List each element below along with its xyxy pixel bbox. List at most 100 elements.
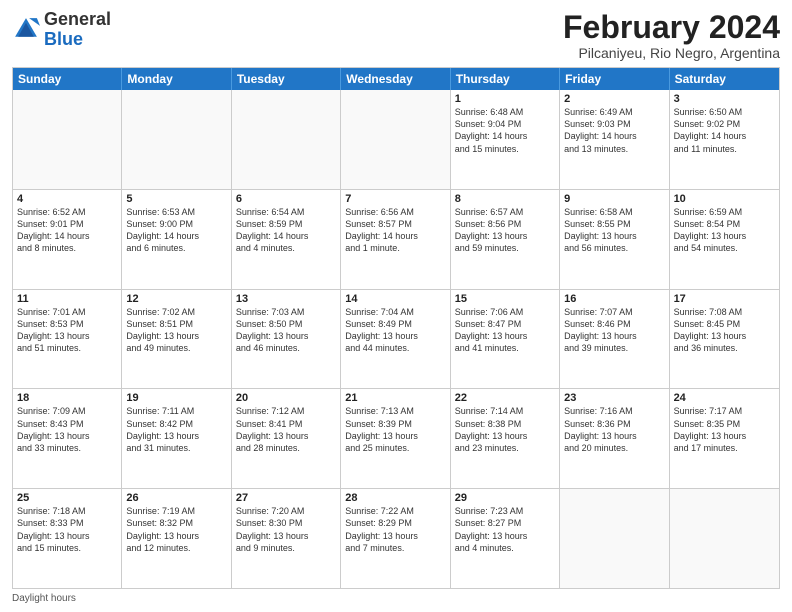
calendar-cell: 25Sunrise: 7:18 AM Sunset: 8:33 PM Dayli… xyxy=(13,489,122,588)
calendar-cell: 21Sunrise: 7:13 AM Sunset: 8:39 PM Dayli… xyxy=(341,389,450,488)
logo-text: General Blue xyxy=(44,10,111,50)
cell-info: Sunrise: 6:48 AM Sunset: 9:04 PM Dayligh… xyxy=(455,106,555,155)
calendar-cell: 14Sunrise: 7:04 AM Sunset: 8:49 PM Dayli… xyxy=(341,290,450,389)
day-number: 25 xyxy=(17,492,117,504)
calendar-body: 1Sunrise: 6:48 AM Sunset: 9:04 PM Daylig… xyxy=(13,90,779,588)
calendar-row: 18Sunrise: 7:09 AM Sunset: 8:43 PM Dayli… xyxy=(13,388,779,488)
cell-info: Sunrise: 6:52 AM Sunset: 9:01 PM Dayligh… xyxy=(17,206,117,255)
cell-info: Sunrise: 7:16 AM Sunset: 8:36 PM Dayligh… xyxy=(564,405,664,454)
calendar-cell xyxy=(670,489,779,588)
day-number: 21 xyxy=(345,392,445,404)
cell-info: Sunrise: 7:02 AM Sunset: 8:51 PM Dayligh… xyxy=(126,306,226,355)
calendar-cell: 16Sunrise: 7:07 AM Sunset: 8:46 PM Dayli… xyxy=(560,290,669,389)
day-number: 20 xyxy=(236,392,336,404)
cell-info: Sunrise: 6:57 AM Sunset: 8:56 PM Dayligh… xyxy=(455,206,555,255)
calendar-cell xyxy=(232,90,341,189)
header: General Blue February 2024 Pilcaniyeu, R… xyxy=(12,10,780,61)
cell-info: Sunrise: 7:11 AM Sunset: 8:42 PM Dayligh… xyxy=(126,405,226,454)
day-number: 9 xyxy=(564,193,664,205)
cell-info: Sunrise: 6:50 AM Sunset: 9:02 PM Dayligh… xyxy=(674,106,775,155)
day-number: 26 xyxy=(126,492,226,504)
day-number: 19 xyxy=(126,392,226,404)
day-number: 10 xyxy=(674,193,775,205)
calendar-cell: 24Sunrise: 7:17 AM Sunset: 8:35 PM Dayli… xyxy=(670,389,779,488)
calendar-cell xyxy=(560,489,669,588)
calendar-cell: 27Sunrise: 7:20 AM Sunset: 8:30 PM Dayli… xyxy=(232,489,341,588)
day-number: 2 xyxy=(564,93,664,105)
calendar-cell: 28Sunrise: 7:22 AM Sunset: 8:29 PM Dayli… xyxy=(341,489,450,588)
location-title: Pilcaniyeu, Rio Negro, Argentina xyxy=(563,45,780,61)
logo-general: General xyxy=(44,9,111,29)
calendar: SundayMondayTuesdayWednesdayThursdayFrid… xyxy=(12,67,780,589)
calendar-cell: 23Sunrise: 7:16 AM Sunset: 8:36 PM Dayli… xyxy=(560,389,669,488)
calendar-header-cell: Sunday xyxy=(13,68,122,90)
cell-info: Sunrise: 6:58 AM Sunset: 8:55 PM Dayligh… xyxy=(564,206,664,255)
calendar-header-cell: Monday xyxy=(122,68,231,90)
calendar-cell: 19Sunrise: 7:11 AM Sunset: 8:42 PM Dayli… xyxy=(122,389,231,488)
day-number: 17 xyxy=(674,293,775,305)
calendar-cell: 6Sunrise: 6:54 AM Sunset: 8:59 PM Daylig… xyxy=(232,190,341,289)
month-title: February 2024 xyxy=(563,10,780,45)
logo-icon xyxy=(12,15,40,43)
day-number: 7 xyxy=(345,193,445,205)
cell-info: Sunrise: 7:20 AM Sunset: 8:30 PM Dayligh… xyxy=(236,505,336,554)
calendar-row: 1Sunrise: 6:48 AM Sunset: 9:04 PM Daylig… xyxy=(13,90,779,189)
calendar-cell: 15Sunrise: 7:06 AM Sunset: 8:47 PM Dayli… xyxy=(451,290,560,389)
calendar-cell: 7Sunrise: 6:56 AM Sunset: 8:57 PM Daylig… xyxy=(341,190,450,289)
calendar-header-cell: Thursday xyxy=(451,68,560,90)
logo-area: General Blue xyxy=(12,10,111,50)
day-number: 1 xyxy=(455,93,555,105)
day-number: 18 xyxy=(17,392,117,404)
day-number: 24 xyxy=(674,392,775,404)
calendar-header-cell: Wednesday xyxy=(341,68,450,90)
calendar-cell: 11Sunrise: 7:01 AM Sunset: 8:53 PM Dayli… xyxy=(13,290,122,389)
day-number: 3 xyxy=(674,93,775,105)
cell-info: Sunrise: 7:09 AM Sunset: 8:43 PM Dayligh… xyxy=(17,405,117,454)
calendar-cell: 1Sunrise: 6:48 AM Sunset: 9:04 PM Daylig… xyxy=(451,90,560,189)
calendar-cell: 9Sunrise: 6:58 AM Sunset: 8:55 PM Daylig… xyxy=(560,190,669,289)
day-number: 8 xyxy=(455,193,555,205)
cell-info: Sunrise: 7:17 AM Sunset: 8:35 PM Dayligh… xyxy=(674,405,775,454)
calendar-row: 25Sunrise: 7:18 AM Sunset: 8:33 PM Dayli… xyxy=(13,488,779,588)
day-number: 15 xyxy=(455,293,555,305)
day-number: 12 xyxy=(126,293,226,305)
cell-info: Sunrise: 6:49 AM Sunset: 9:03 PM Dayligh… xyxy=(564,106,664,155)
calendar-cell xyxy=(341,90,450,189)
footer: Daylight hours xyxy=(12,593,780,604)
day-number: 27 xyxy=(236,492,336,504)
day-number: 5 xyxy=(126,193,226,205)
day-number: 6 xyxy=(236,193,336,205)
calendar-row: 11Sunrise: 7:01 AM Sunset: 8:53 PM Dayli… xyxy=(13,289,779,389)
day-number: 29 xyxy=(455,492,555,504)
page: General Blue February 2024 Pilcaniyeu, R… xyxy=(0,0,792,612)
calendar-header-cell: Friday xyxy=(560,68,669,90)
cell-info: Sunrise: 7:06 AM Sunset: 8:47 PM Dayligh… xyxy=(455,306,555,355)
calendar-cell: 29Sunrise: 7:23 AM Sunset: 8:27 PM Dayli… xyxy=(451,489,560,588)
cell-info: Sunrise: 7:23 AM Sunset: 8:27 PM Dayligh… xyxy=(455,505,555,554)
calendar-cell xyxy=(13,90,122,189)
cell-info: Sunrise: 6:53 AM Sunset: 9:00 PM Dayligh… xyxy=(126,206,226,255)
day-number: 16 xyxy=(564,293,664,305)
logo-blue: Blue xyxy=(44,29,83,49)
calendar-cell: 12Sunrise: 7:02 AM Sunset: 8:51 PM Dayli… xyxy=(122,290,231,389)
cell-info: Sunrise: 7:07 AM Sunset: 8:46 PM Dayligh… xyxy=(564,306,664,355)
calendar-cell: 5Sunrise: 6:53 AM Sunset: 9:00 PM Daylig… xyxy=(122,190,231,289)
calendar-cell: 22Sunrise: 7:14 AM Sunset: 8:38 PM Dayli… xyxy=(451,389,560,488)
calendar-cell: 18Sunrise: 7:09 AM Sunset: 8:43 PM Dayli… xyxy=(13,389,122,488)
calendar-cell: 8Sunrise: 6:57 AM Sunset: 8:56 PM Daylig… xyxy=(451,190,560,289)
footer-label: Daylight hours xyxy=(12,593,76,604)
cell-info: Sunrise: 7:19 AM Sunset: 8:32 PM Dayligh… xyxy=(126,505,226,554)
calendar-cell: 26Sunrise: 7:19 AM Sunset: 8:32 PM Dayli… xyxy=(122,489,231,588)
calendar-header-cell: Tuesday xyxy=(232,68,341,90)
calendar-cell: 10Sunrise: 6:59 AM Sunset: 8:54 PM Dayli… xyxy=(670,190,779,289)
calendar-cell xyxy=(122,90,231,189)
cell-info: Sunrise: 7:18 AM Sunset: 8:33 PM Dayligh… xyxy=(17,505,117,554)
cell-info: Sunrise: 6:56 AM Sunset: 8:57 PM Dayligh… xyxy=(345,206,445,255)
day-number: 28 xyxy=(345,492,445,504)
cell-info: Sunrise: 7:12 AM Sunset: 8:41 PM Dayligh… xyxy=(236,405,336,454)
cell-info: Sunrise: 7:04 AM Sunset: 8:49 PM Dayligh… xyxy=(345,306,445,355)
day-number: 4 xyxy=(17,193,117,205)
calendar-cell: 2Sunrise: 6:49 AM Sunset: 9:03 PM Daylig… xyxy=(560,90,669,189)
cell-info: Sunrise: 7:13 AM Sunset: 8:39 PM Dayligh… xyxy=(345,405,445,454)
cell-info: Sunrise: 6:59 AM Sunset: 8:54 PM Dayligh… xyxy=(674,206,775,255)
